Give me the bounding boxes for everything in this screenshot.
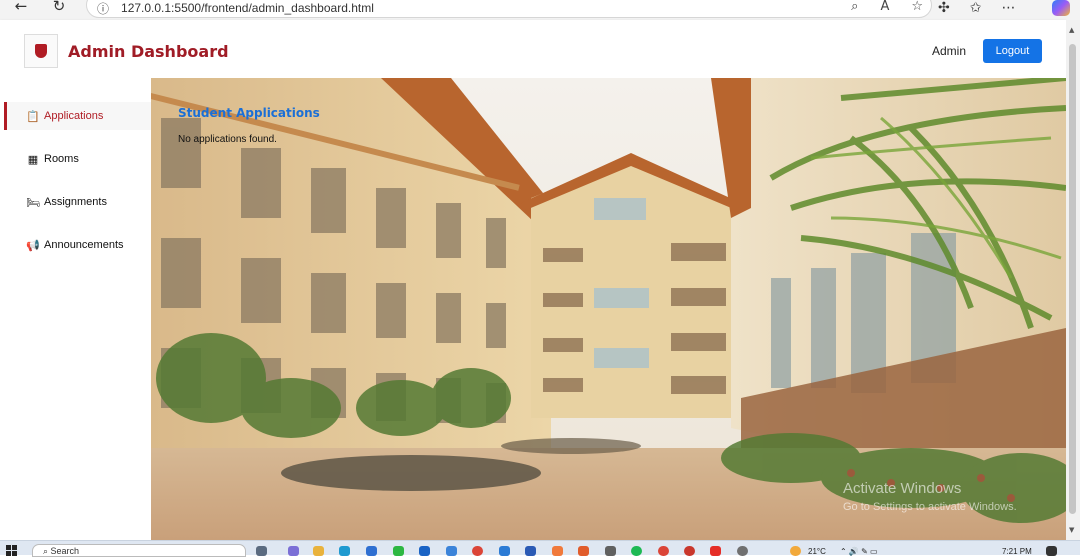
info-icon[interactable]: ⓘ <box>97 0 109 17</box>
building-icon: ▦ <box>27 152 39 166</box>
windows-start-icon[interactable] <box>6 545 18 556</box>
refresh-icon[interactable]: ↻ <box>48 0 70 15</box>
copilot-icon[interactable] <box>1052 0 1070 16</box>
more-icon[interactable]: ⋯ <box>1001 0 1015 16</box>
sidebar-item-applications[interactable]: 📋 Applications <box>4 102 151 130</box>
empty-state-message: No applications found. <box>178 134 277 145</box>
arrow-left-icon[interactable]: ← <box>10 0 32 15</box>
windows-taskbar: ⌕ Search 21°C ⌃ 🔊 ✎ ▭ 7:21 PM <box>0 540 1080 557</box>
url-text[interactable]: 127.0.0.1:5500/frontend/admin_dashboard.… <box>121 0 374 15</box>
sidebar-item-announcements[interactable]: 📢 Announcements <box>4 231 151 259</box>
sidebar-item-label: Applications <box>44 110 104 122</box>
page-title: Admin Dashboard <box>68 42 229 61</box>
bed-icon: 🛏 <box>26 195 40 209</box>
address-bar[interactable]: ⓘ 127.0.0.1:5500/frontend/admin_dashboar… <box>86 0 932 18</box>
sidebar-item-rooms[interactable]: ▦ Rooms <box>4 145 151 173</box>
favorite-star-icon[interactable]: ☆ <box>911 0 923 14</box>
activation-watermark-subtitle: Go to Settings to activate Windows. <box>843 501 1017 513</box>
activation-watermark-title: Activate Windows <box>843 480 962 497</box>
sidebar-item-label: Assignments <box>44 196 107 208</box>
megaphone-icon: 📢 <box>26 238 40 252</box>
sidebar-item-label: Announcements <box>44 239 124 251</box>
favorites-icon[interactable]: ✩ <box>970 0 982 16</box>
user-label: Admin <box>932 44 967 58</box>
sidebar-item-assignments[interactable]: 🛏 Assignments <box>4 188 151 216</box>
browser-toolbar: ← ↻ ⓘ 127.0.0.1:5500/frontend/admin_dash… <box>0 0 1080 20</box>
university-logo <box>24 34 58 68</box>
scroll-up-arrow-icon[interactable]: ▲ <box>1069 26 1074 34</box>
taskbar-search-input[interactable]: ⌕ Search <box>32 544 246 557</box>
read-aloud-icon[interactable]: A <box>880 0 889 14</box>
scrollbar-thumb[interactable] <box>1069 44 1076 514</box>
campus-background-image <box>151 78 1066 540</box>
sidebar: 📋 Applications ▦ Rooms 🛏 Assignments 📢 A… <box>0 78 151 540</box>
section-title: Student Applications <box>178 106 320 120</box>
clipboard-icon: 📋 <box>26 109 40 123</box>
sidebar-item-label: Rooms <box>44 153 79 165</box>
app-header: Admin Dashboard Admin Logout <box>0 20 1066 78</box>
extensions-icon[interactable]: ✣ <box>938 0 950 16</box>
scroll-down-arrow-icon[interactable]: ▼ <box>1069 526 1074 534</box>
logo-shield-icon <box>35 44 47 58</box>
zoom-icon[interactable]: ⌕ <box>851 0 858 14</box>
logout-button[interactable]: Logout <box>983 39 1042 63</box>
